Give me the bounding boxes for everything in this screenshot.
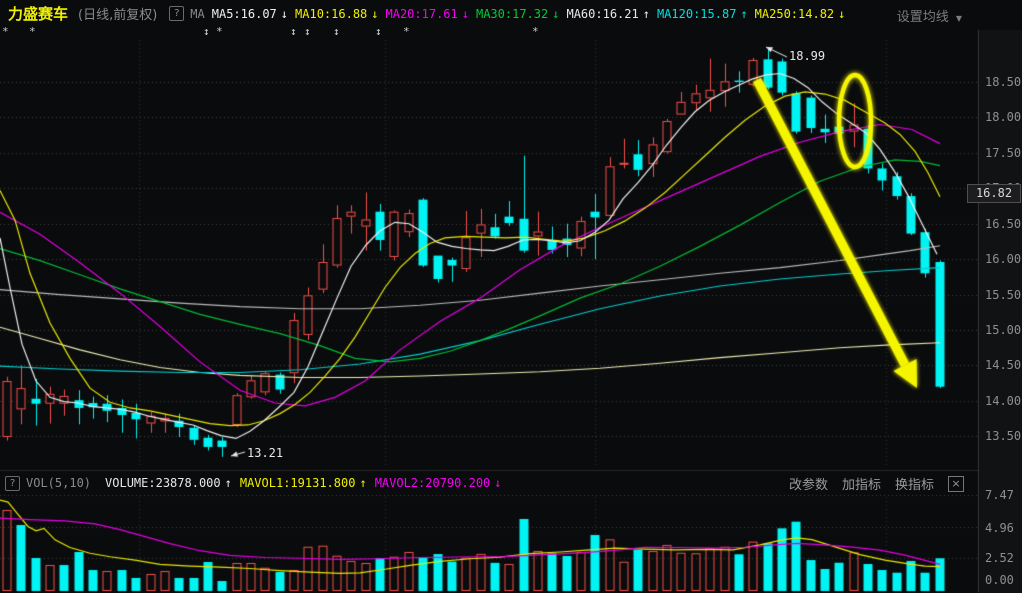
mavol1-arrow-icon: ↑ — [359, 476, 367, 490]
ex-rights-marker-icon: ↕ — [203, 25, 210, 38]
ma-value-1: MA5:16.07 — [211, 6, 277, 21]
mavol2-value: MAVOL2:20790.200 — [374, 476, 491, 490]
volume-tick-0.00: 0.00 — [985, 573, 1014, 587]
current-price-badge: 16.82 — [967, 184, 1021, 203]
ex-rights-marker-icon: ↕ — [375, 25, 382, 38]
ma-value-4: MA30:17.32 — [475, 6, 549, 21]
period-label[interactable]: (日线,前复权) — [78, 4, 157, 23]
mavol1-value: MAVOL1:19131.800 — [239, 476, 356, 490]
event-star-icon: * — [532, 25, 539, 38]
mavol2-arrow-icon: ↓ — [494, 476, 502, 490]
ma-value-2: MA10:16.88 — [295, 6, 368, 21]
arrow-down-icon: ↓ — [280, 6, 289, 21]
price-tick-14.50: 14.50 — [985, 358, 1022, 372]
arrow-down-icon: ↓ — [461, 6, 469, 21]
event-star-icon: * — [216, 25, 223, 38]
stock-chart-app: 力盛赛车 (日线,前复权) ? MA MA5:16.07 ↓ MA10:16.88 ↓… — [0, 0, 1022, 593]
price-tick-15.50: 15.50 — [985, 288, 1022, 302]
top-bar: 力盛赛车 (日线,前复权) ? MA MA5:16.07 ↓ MA10:16.88 ↓… — [0, 0, 1022, 27]
stock-name[interactable]: 力盛赛车 — [8, 3, 68, 24]
volume-arrow-icon: ↑ — [224, 476, 232, 490]
price-tick-15.00: 15.00 — [985, 323, 1022, 337]
chevron-down-icon: ▼ — [955, 14, 962, 23]
price-tick-16.00: 16.00 — [985, 252, 1022, 266]
ma-settings-dropdown[interactable]: 设置均线 ▼ — [897, 6, 962, 25]
kline-chart-canvas[interactable] — [0, 0, 1022, 593]
price-tick-14.00: 14.00 — [985, 394, 1022, 408]
ma-value-5: MA60:16.21 — [566, 6, 639, 21]
price-tick-16.50: 16.50 — [985, 217, 1022, 231]
event-star-icon: * — [2, 25, 9, 38]
ma-value-6: MA120:15.87 — [656, 6, 737, 21]
close-icon[interactable]: × — [948, 475, 964, 492]
price-tick-18.50: 18.50 — [985, 75, 1022, 89]
volume-value: VOLUME:23878.000 — [105, 476, 221, 490]
ma-value-3: MA20:17.61 — [385, 6, 458, 21]
low-price-annotation: 13.21 — [247, 446, 284, 460]
price-tick-17.50: 17.50 — [985, 146, 1022, 160]
arrow-down-icon: ↓ — [552, 6, 560, 21]
ex-rights-marker-icon: ↕ — [304, 25, 311, 38]
help-icon[interactable]: ? — [169, 6, 185, 21]
price-tick-13.50: 13.50 — [985, 429, 1022, 443]
event-star-icon: * — [29, 25, 36, 38]
volume-tick-4.96: 4.96 — [985, 521, 1014, 535]
switch-indicator-button[interactable]: 换指标 — [895, 474, 934, 493]
price-tick-18.00: 18.00 — [985, 110, 1022, 124]
ex-rights-marker-icon: ↕ — [290, 25, 297, 38]
volume-tick-2.52: 2.52 — [985, 551, 1014, 565]
ex-rights-marker-icon: ↕ — [333, 25, 340, 38]
high-price-annotation: 18.99 — [789, 49, 826, 63]
change-params-button[interactable]: 改参数 — [789, 474, 828, 493]
ma-value-7: MA250:14.82 — [754, 6, 835, 21]
arrow-down-icon: ↓ — [838, 6, 846, 21]
arrow-down-icon: ↓ — [371, 6, 379, 21]
ma-values-group: MA5:16.07 ↓ MA10:16.88 ↓ MA20:17.61 ↓ MA30:17.… — [205, 7, 846, 21]
volume-indicator-name[interactable]: VOL(5,10) — [26, 476, 91, 490]
arrow-up-icon: ↑ — [740, 6, 748, 21]
add-indicator-button[interactable]: 加指标 — [842, 474, 881, 493]
event-star-icon: * — [403, 25, 410, 38]
arrow-up-icon: ↑ — [642, 6, 650, 21]
volume-toolbar: 改参数 加指标 换指标 × — [789, 474, 964, 493]
ma-settings-label: 设置均线 — [896, 10, 949, 25]
ma-prefix-label: MA — [190, 6, 205, 21]
help-icon[interactable]: ? — [5, 475, 20, 491]
